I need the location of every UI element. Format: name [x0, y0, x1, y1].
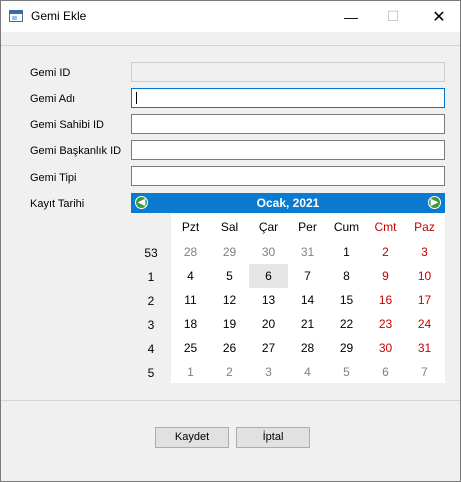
calendar-day[interactable]: 28: [171, 240, 210, 264]
calendar-day[interactable]: 7: [288, 264, 327, 288]
calendar-day[interactable]: 4: [288, 360, 327, 384]
calendar-day[interactable]: 6: [249, 264, 288, 288]
calendar-day[interactable]: 30: [366, 336, 405, 360]
calendar-day[interactable]: 22: [327, 312, 366, 336]
next-month-arrow-icon[interactable]: ▶: [428, 196, 441, 209]
cancel-button[interactable]: İptal: [236, 427, 310, 448]
calendar-day[interactable]: 21: [288, 312, 327, 336]
weekday-header: Sal: [220, 220, 239, 234]
calendar-day[interactable]: 31: [405, 336, 444, 360]
calendar-day[interactable]: 16: [366, 288, 405, 312]
weekday-header: Cmt: [374, 220, 397, 234]
calendar-day[interactable]: 24: [405, 312, 444, 336]
calendar-month-year[interactable]: Ocak, 2021: [131, 196, 445, 210]
ship-type-field[interactable]: [131, 166, 445, 186]
week-number: 3: [147, 318, 155, 332]
maximize-button: ☐: [386, 8, 400, 24]
ship-owner-id-label: Gemi Sahibi ID: [30, 119, 104, 131]
calendar-day[interactable]: 8: [327, 264, 366, 288]
calendar-day[interactable]: 18: [171, 312, 210, 336]
registration-date-label: Kayıt Tarihi: [30, 198, 85, 210]
close-button[interactable]: ✕: [416, 1, 461, 32]
calendar-day[interactable]: 4: [171, 264, 210, 288]
calendar-day[interactable]: 15: [327, 288, 366, 312]
calendar-day[interactable]: 19: [210, 312, 249, 336]
calendar-day[interactable]: 11: [171, 288, 210, 312]
calendar-day[interactable]: 29: [210, 240, 249, 264]
weekday-header: Cum: [333, 220, 360, 234]
registration-date-calendar[interactable]: ◀ Ocak, 2021 ▶ Pzt Sal Çar Per Cum Cmt Paz 53 28…: [131, 193, 445, 383]
ship-name-field[interactable]: [131, 88, 445, 108]
calendar-day[interactable]: 25: [171, 336, 210, 360]
calendar-day[interactable]: 28: [288, 336, 327, 360]
calendar-day[interactable]: 1: [327, 240, 366, 264]
app-window-icon: [9, 10, 23, 22]
calendar-day[interactable]: 14: [288, 288, 327, 312]
title-bar[interactable]: Gemi Ekle — ☐ ✕: [1, 1, 460, 32]
calendar-day[interactable]: 5: [327, 360, 366, 384]
window-title: Gemi Ekle: [31, 9, 87, 23]
calendar-day[interactable]: 29: [327, 336, 366, 360]
calendar-day[interactable]: 9: [366, 264, 405, 288]
calendar-day[interactable]: 20: [249, 312, 288, 336]
save-button[interactable]: Kaydet: [155, 427, 229, 448]
calendar-day[interactable]: 17: [405, 288, 444, 312]
ship-presidency-id-field[interactable]: [131, 140, 445, 160]
calendar-day[interactable]: 6: [366, 360, 405, 384]
calendar-day[interactable]: 13: [249, 288, 288, 312]
calendar-day[interactable]: 27: [249, 336, 288, 360]
calendar-day[interactable]: 2: [210, 360, 249, 384]
calendar-day[interactable]: 26: [210, 336, 249, 360]
calendar-header: ◀ Ocak, 2021 ▶: [131, 193, 445, 213]
calendar-day[interactable]: 2: [366, 240, 405, 264]
calendar-day[interactable]: 7: [405, 360, 444, 384]
weekday-header: Pzt: [181, 220, 200, 234]
ship-type-label: Gemi Tipi: [30, 172, 77, 184]
calendar-day[interactable]: 30: [249, 240, 288, 264]
weekday-header: Paz: [414, 220, 435, 234]
week-number: 2: [147, 294, 155, 308]
weekday-header: Per: [298, 220, 317, 234]
calendar-day[interactable]: 3: [405, 240, 444, 264]
calendar-day[interactable]: 31: [288, 240, 327, 264]
weekday-header: Çar: [258, 220, 279, 234]
ship-id-label: Gemi ID: [30, 67, 71, 79]
week-number: 5: [147, 366, 155, 380]
ship-name-label: Gemi Adı: [30, 93, 76, 105]
week-number: 4: [147, 342, 155, 356]
calendar-day[interactable]: 5: [210, 264, 249, 288]
dialog-window: Gemi Ekle — ☐ ✕ Gemi ID Gemi Adı Gemi Sa…: [0, 0, 461, 482]
ship-owner-id-field[interactable]: [131, 114, 445, 134]
ship-id-field: [131, 62, 445, 82]
calendar-day[interactable]: 1: [171, 360, 210, 384]
calendar-day[interactable]: 23: [366, 312, 405, 336]
week-number: 1: [147, 270, 155, 284]
minimize-button[interactable]: —: [328, 1, 374, 32]
week-number: 53: [144, 246, 158, 260]
text-caret: [136, 92, 137, 104]
calendar-day[interactable]: 10: [405, 264, 444, 288]
calendar-day[interactable]: 3: [249, 360, 288, 384]
ship-presidency-id-label: Gemi Başkanlık ID: [30, 145, 122, 157]
calendar-day[interactable]: 12: [210, 288, 249, 312]
